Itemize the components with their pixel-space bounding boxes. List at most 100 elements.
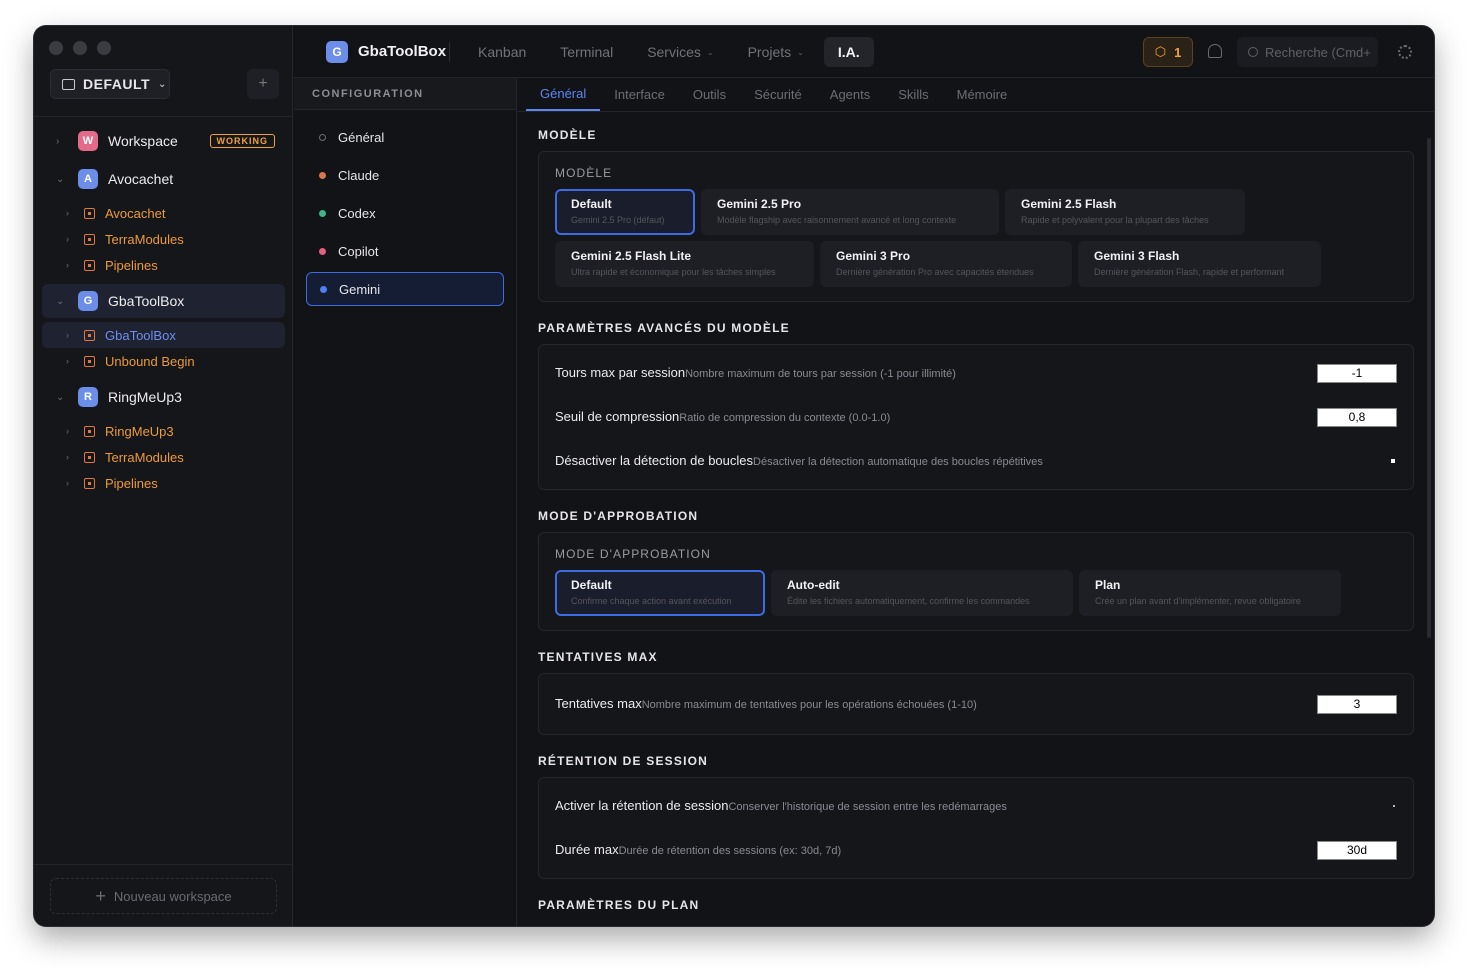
tab-3[interactable]: Sécurité (740, 78, 816, 111)
project-row[interactable]: › Pipelines (42, 470, 285, 496)
nav-kanban[interactable]: Kanban (464, 37, 540, 67)
option-card[interactable]: Gemini 3 Flash Dernière génération Flash,… (1078, 241, 1321, 287)
retention-enable-label: Activer la rétention de session (555, 798, 729, 813)
project-row[interactable]: › Pipelines (42, 252, 285, 278)
option-card[interactable]: Plan Crée un plan avant d'implémenter, re… (1079, 570, 1341, 616)
section-title-approval: MODE D'APPROBATION (538, 509, 699, 523)
nav-label: Services (647, 44, 701, 60)
workspace-row[interactable]: ⌄ R RingMeUp3 (42, 380, 285, 414)
project-row[interactable]: › TerraModules (42, 226, 285, 252)
tab-4[interactable]: Agents (816, 78, 884, 111)
project-icon (84, 451, 95, 463)
retention-duration-row: Durée maxDurée de rétention des sessions… (555, 828, 1397, 872)
max-retries-input[interactable] (1317, 694, 1397, 714)
provider-item[interactable]: Copilot (306, 234, 504, 268)
chevron-down-icon[interactable]: ⌄ (56, 392, 72, 403)
activity-badge[interactable]: ⬡ 1 (1143, 37, 1193, 67)
chevron-down-icon: ⌄ (706, 47, 714, 57)
project-row[interactable]: › RingMeUp3 (42, 418, 285, 444)
project-name: Unbound Begin (105, 353, 195, 369)
window-controls (49, 41, 111, 55)
chevron-down-icon: ⌄ (797, 47, 804, 57)
nav-projets[interactable]: Projets ⌄ (734, 37, 818, 67)
option-desc: Édite les fichiers automatiquement, conf… (787, 596, 1030, 606)
add-workspace-button[interactable]: + (247, 69, 279, 99)
scrollbar[interactable] (1427, 138, 1431, 638)
project-icon (84, 477, 95, 489)
max-turns-desc: Nombre maximum de tours par session (-1 … (685, 368, 956, 380)
project-row[interactable]: › Avocachet (42, 200, 285, 226)
gear-icon[interactable] (1398, 45, 1412, 59)
project-row[interactable]: › Unbound Begin (42, 348, 285, 374)
chevron-right-icon[interactable]: › (66, 478, 80, 488)
chevron-right-icon[interactable]: › (66, 452, 80, 462)
workspace-avatar: A (78, 169, 98, 189)
status-dot (319, 209, 326, 217)
option-card[interactable]: Gemini 2.5 Flash Lite Ultra rapide et éco… (555, 241, 814, 287)
workspace-row[interactable]: ⌄ G GbaToolBox (42, 284, 285, 318)
status-dot (319, 133, 326, 141)
workspace-row[interactable]: › W Workspace WORKING (42, 124, 285, 158)
chevron-right-icon[interactable]: › (66, 208, 80, 218)
tab-5[interactable]: Skills (884, 78, 942, 111)
project-row[interactable]: › GbaToolBox (42, 322, 285, 348)
tab-0[interactable]: Général (526, 78, 601, 111)
workspace-selector-label: DEFAULT (83, 76, 151, 92)
chevron-right-icon[interactable]: › (66, 260, 80, 270)
option-card[interactable]: Auto-edit Édite les fichiers automatiquem… (771, 570, 1073, 616)
retention-enable-checkbox[interactable] (1393, 805, 1395, 807)
option-card[interactable]: Default Gemini 2.5 Pro (défaut) (555, 189, 695, 235)
workspace-name: GbaToolBox (108, 293, 185, 309)
loop-detection-checkbox[interactable] (1391, 459, 1395, 463)
retention-enable-desc: Conserver l'historique de session entre … (728, 801, 1007, 813)
workspace-name: RingMeUp3 (108, 389, 182, 405)
max-retries-label: Tentatives max (555, 696, 642, 711)
chevron-down-icon[interactable]: ⌄ (56, 174, 72, 185)
option-card[interactable]: Gemini 2.5 Pro Modèle flagship avec raiso… (701, 189, 999, 235)
project-row[interactable]: › TerraModules (42, 444, 285, 470)
provider-item[interactable]: Général (306, 120, 504, 154)
chevron-down-icon[interactable]: ⌄ (56, 296, 72, 307)
nav-terminal[interactable]: Terminal (546, 37, 627, 67)
tab-6[interactable]: Mémoire (943, 78, 1022, 111)
minimize-window-button[interactable] (73, 41, 87, 55)
provider-item[interactable]: Gemini (306, 272, 504, 306)
workspace-name: Avocachet (108, 171, 174, 187)
option-card[interactable]: Default Confirme chaque action avant exéc… (555, 570, 765, 616)
retention-duration-input[interactable] (1317, 840, 1397, 860)
workspace-tree: › W Workspace WORKING ⌄ A Avocachet › Avocachet ›… (42, 124, 285, 502)
close-window-button[interactable] (49, 41, 63, 55)
bell-icon[interactable] (1208, 44, 1222, 58)
maximize-window-button[interactable] (97, 41, 111, 55)
config-column: CONFIGURATION Général Claude Codex Copilot G… (294, 78, 517, 926)
provider-item[interactable]: Claude (306, 158, 504, 192)
tab-1[interactable]: Interface (600, 78, 679, 111)
max-turns-input[interactable] (1317, 363, 1397, 383)
search-input[interactable]: Recherche (Cmd+ (1237, 37, 1378, 67)
workspace-selector[interactable]: DEFAULT ⌄ (50, 69, 170, 99)
max-retries-desc: Nombre maximum de tentatives pour les op… (641, 699, 977, 711)
settings-panel: Général Interface Outils Sécurité Agents Skil… (518, 78, 1434, 926)
retention-card: Activer la rétention de sessionConserver… (538, 777, 1414, 879)
new-workspace-button[interactable]: + Nouveau workspace (50, 878, 277, 914)
chevron-right-icon[interactable]: › (66, 426, 80, 436)
loop-detection-label: Désactiver la détection de boucles (555, 453, 754, 468)
search-icon (1248, 47, 1258, 57)
retention-duration-desc: Durée de rétention des sessions (ex: 30d… (618, 845, 842, 857)
chevron-right-icon[interactable]: › (66, 356, 80, 366)
chevron-right-icon[interactable]: › (66, 330, 80, 340)
nav-services[interactable]: Services ⌄ (633, 37, 727, 67)
tab-2[interactable]: Outils (679, 78, 740, 111)
provider-item[interactable]: Codex (306, 196, 504, 230)
compression-input[interactable] (1317, 407, 1397, 427)
option-card[interactable]: Gemini 2.5 Flash Rapide et polyvalent pou… (1005, 189, 1245, 235)
chevron-right-icon[interactable]: › (66, 234, 80, 244)
chevron-right-icon[interactable]: › (56, 136, 72, 147)
option-desc: Gemini 2.5 Pro (défaut) (571, 215, 665, 225)
project-icon (84, 259, 95, 271)
nav-ia[interactable]: I.A. (823, 37, 874, 67)
workspace-row[interactable]: ⌄ A Avocachet (42, 162, 285, 196)
option-card[interactable]: Gemini 3 Pro Dernière génération Pro avec… (820, 241, 1072, 287)
option-desc: Modèle flagship avec raisonnement avancé… (717, 215, 957, 225)
app-window: DEFAULT ⌄ + › W Workspace WORKING ⌄ A Avocache… (34, 26, 1434, 926)
